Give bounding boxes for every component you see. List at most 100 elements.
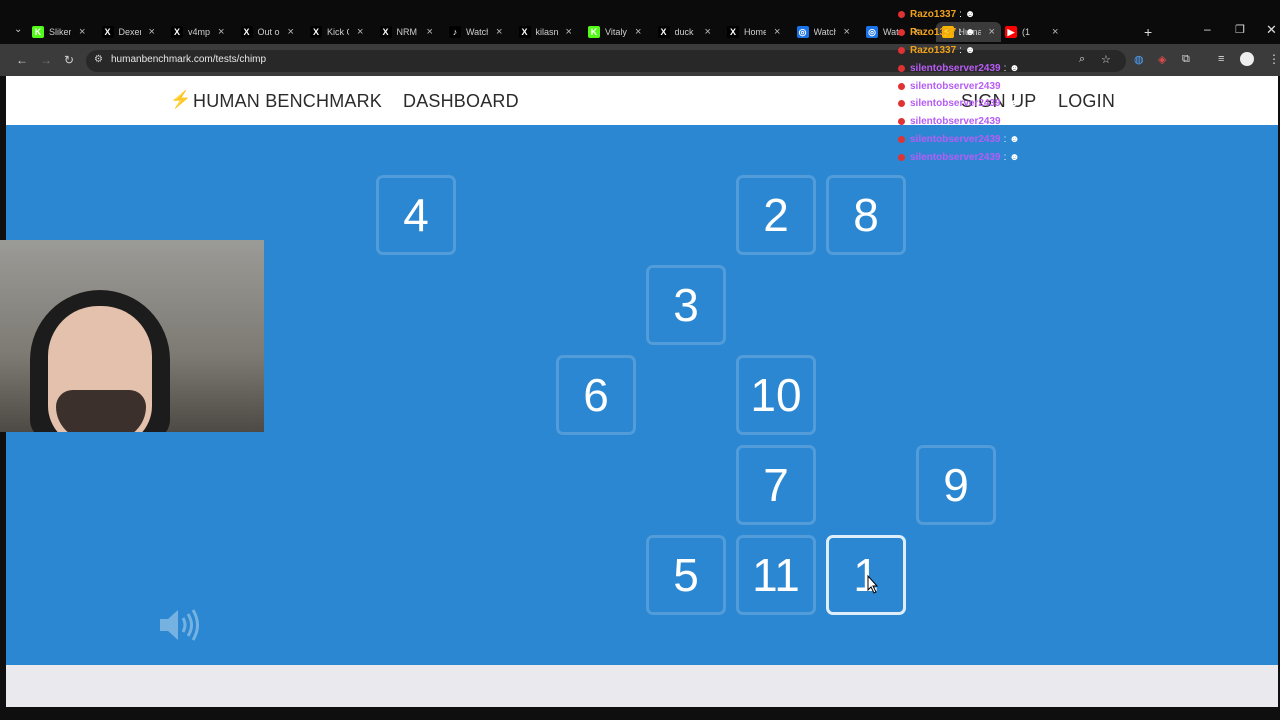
number-cell[interactable]: 5 — [646, 535, 726, 615]
browser-tab[interactable]: X Dexer × — [101, 22, 155, 42]
number-cell[interactable]: 10 — [736, 355, 816, 435]
tab-favicon-icon: ♪ — [449, 26, 461, 38]
tab-close-icon[interactable]: × — [218, 26, 224, 38]
browser-tab[interactable]: X NRM × — [379, 22, 433, 42]
tab-title: Kick C — [327, 27, 349, 37]
sound-speaker-icon[interactable] — [156, 605, 204, 645]
tab-close-icon[interactable]: × — [427, 26, 433, 38]
extension-icon[interactable]: ◈ — [1158, 53, 1166, 66]
tab-title: Home — [744, 27, 766, 37]
number-cell[interactable]: 3 — [646, 265, 726, 345]
restore-icon[interactable]: ❐ — [1235, 23, 1245, 36]
browser-tab[interactable]: K Vitaly × — [588, 22, 641, 42]
number-cell[interactable]: 7 — [736, 445, 816, 525]
browser-tab[interactable]: Xv4mp × — [171, 22, 224, 42]
number-cell[interactable]: 4 — [376, 175, 456, 255]
tab-title: NRM — [396, 27, 418, 37]
url-text[interactable]: humanbenchmark.com/tests/chimp — [111, 54, 266, 65]
back-arrow-icon[interactable]: ← — [16, 54, 28, 66]
chat-username: silentobserver2439 — [910, 151, 1001, 163]
tab-close-icon[interactable]: × — [357, 26, 363, 38]
emote-icon: : ☻ — [1003, 62, 1020, 74]
tab-favicon-icon: K — [588, 26, 600, 38]
browser-tab[interactable]: Xkilasn × — [518, 22, 572, 42]
stream-chat-overlay: Razo1337: ☻ Razo1337: ☻ Razo1337: ☻ silento… — [898, 6, 1078, 166]
tab-close-icon[interactable]: × — [149, 26, 155, 38]
tab-close-icon[interactable]: × — [635, 26, 641, 38]
number-cell[interactable]: 9 — [916, 445, 996, 525]
browser-menu-icon[interactable]: ⋮ — [1268, 52, 1280, 66]
dashboard-link[interactable]: DASHBOARD — [403, 91, 519, 112]
extension-icon[interactable]: ◍ — [1134, 53, 1144, 66]
bolt-logo-icon: ⚡ — [170, 90, 192, 109]
user-badge-icon — [898, 82, 905, 90]
tab-favicon-icon: X — [171, 26, 183, 38]
emote-icon: : ☻ — [1003, 116, 1020, 128]
tab-favicon-icon: X — [727, 26, 739, 38]
user-badge-icon — [898, 29, 905, 37]
tab-close-icon[interactable]: × — [705, 26, 711, 38]
chat-username: silentobserver2439 — [910, 80, 1001, 92]
browser-tab-strip: ⌄ KSliker×XDexer×Xv4mp×XOut o×XKick C×XN… — [0, 0, 1280, 44]
chat-message: silentobserver2439: ☻ — [898, 95, 1078, 113]
page-footer-band — [6, 665, 1278, 707]
bookmark-star-icon[interactable]: ☆ — [1101, 53, 1111, 66]
number-cell[interactable]: 8 — [826, 175, 906, 255]
chat-message: silentobserver2439: ☻ — [898, 77, 1078, 95]
close-window-icon[interactable]: ✕ — [1266, 22, 1277, 38]
tab-close-icon[interactable]: × — [566, 26, 572, 38]
beard-shape — [56, 390, 146, 432]
chat-username: silentobserver2439 — [910, 133, 1001, 145]
tab-favicon-icon: X — [240, 26, 253, 38]
number-cell[interactable]: 6 — [556, 355, 636, 435]
chat-username: silentobserver2439 — [910, 98, 1001, 110]
browser-tab[interactable]: X Out o × — [240, 22, 294, 42]
tab-title: v4mp — [188, 27, 210, 37]
tab-title: duck — [674, 27, 694, 37]
tab-title: Vitaly — [605, 27, 627, 37]
tab-close-icon[interactable]: × — [774, 26, 780, 38]
tab-close-icon[interactable]: × — [496, 26, 502, 38]
webcam-overlay — [0, 240, 264, 432]
extensions-puzzle-icon[interactable]: ⧉ — [1182, 53, 1190, 66]
media-control-icon[interactable]: ≡ — [1218, 53, 1224, 65]
browser-tab[interactable]: ♪ Watch × — [449, 22, 502, 42]
user-badge-icon — [898, 135, 905, 143]
new-tab-plus-icon[interactable]: + — [1144, 24, 1152, 40]
chat-message: silentobserver2439: ☻ — [898, 59, 1078, 77]
profile-avatar[interactable] — [1240, 52, 1254, 66]
chat-username: Razo1337 — [910, 27, 957, 39]
user-badge-icon — [898, 118, 905, 126]
emote-icon: : ☻ — [959, 9, 976, 21]
tab-title: Dexer — [118, 27, 141, 37]
chat-message: silentobserver2439: ☻ — [898, 113, 1078, 131]
forward-arrow-icon[interactable]: → — [40, 54, 52, 66]
zoom-icon[interactable]: ⌕ — [1079, 53, 1085, 66]
number-cell[interactable]: 2 — [736, 175, 816, 255]
browser-tab[interactable]: ◎ Watch × — [796, 22, 850, 42]
address-toolbar: ← → ↻ ⚙ humanbenchmark.com/tests/chimp ⌕… — [0, 44, 1280, 76]
chat-message: silentobserver2439: ☻ — [898, 148, 1078, 166]
minimize-icon[interactable]: – — [1204, 22, 1211, 36]
browser-tab[interactable]: Xduck × — [657, 22, 711, 42]
browser-tab[interactable]: X Home × — [727, 22, 780, 42]
tab-close-icon[interactable]: × — [844, 26, 850, 38]
tab-search-chevron-icon[interactable]: ⌄ — [14, 24, 22, 35]
tab-close-icon[interactable]: × — [288, 26, 294, 38]
chat-username: silentobserver2439 — [910, 116, 1001, 128]
reload-icon[interactable]: ↻ — [64, 54, 74, 66]
tab-favicon-icon: ◎ — [866, 26, 878, 38]
brand-link[interactable]: HUMAN BENCHMARK — [193, 91, 382, 112]
tab-title: Out o — [257, 27, 280, 37]
number-cell[interactable]: 11 — [736, 535, 816, 615]
tab-title: kilasn — [535, 27, 558, 37]
site-info-icon[interactable]: ⚙ — [94, 54, 103, 65]
tab-close-icon[interactable]: × — [79, 26, 85, 38]
tab-favicon-icon: X — [310, 26, 322, 38]
tab-favicon-icon: X — [379, 26, 392, 38]
browser-tab[interactable]: K Sliker × — [32, 22, 85, 42]
emote-icon: : ☻ — [1003, 98, 1020, 110]
emote-icon: : ☻ — [1003, 133, 1020, 145]
chat-username: Razo1337 — [910, 9, 957, 21]
browser-tab[interactable]: X Kick C × — [310, 22, 363, 42]
